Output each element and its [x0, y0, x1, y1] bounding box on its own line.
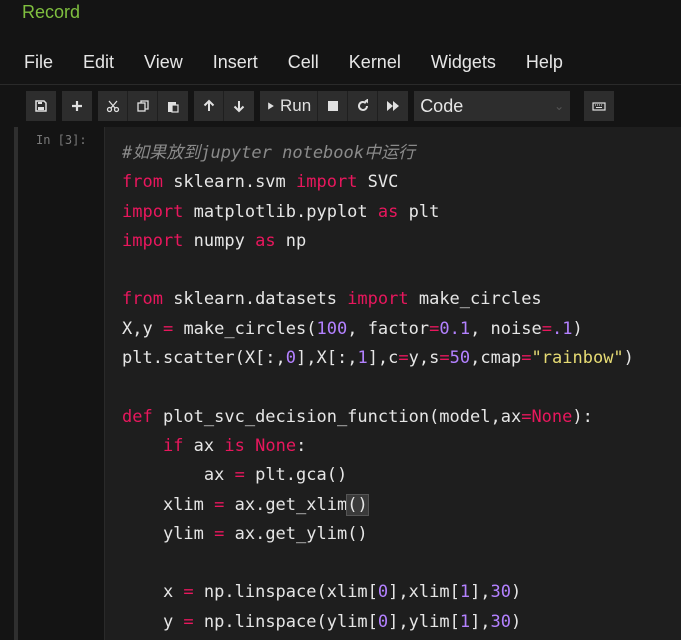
- menu-widgets[interactable]: Widgets: [431, 52, 496, 73]
- interrupt-button[interactable]: [318, 91, 349, 121]
- code-comment: #如果放到jupyter notebook中运行: [122, 143, 415, 163]
- code-line-16: x = np.linspace(xlim[0],xlim[1],30): [122, 578, 634, 607]
- code-line-7: X,y = make_circles(100, factor=0.1, nois…: [122, 315, 634, 344]
- arrow-up-icon: [203, 99, 214, 111]
- insert-group: [62, 91, 92, 121]
- code-text: xlim = ax.get_xlim(): [122, 493, 369, 516]
- input-prompt: In [3]:: [36, 133, 87, 147]
- code-line-10: def plot_svc_decision_function(model,ax=…: [122, 403, 634, 432]
- code-line-13: xlim = ax.get_xlim(): [122, 491, 634, 520]
- move-up-button[interactable]: [194, 91, 224, 121]
- menu-help[interactable]: Help: [526, 52, 563, 73]
- cut-button[interactable]: [98, 91, 128, 121]
- save-button[interactable]: [26, 91, 56, 121]
- menu-view[interactable]: View: [144, 52, 183, 73]
- code-text: if ax is None:: [162, 435, 307, 456]
- cell-type-select[interactable]: Code ⌄: [414, 91, 571, 121]
- fast-forward-icon: [387, 101, 400, 111]
- code-text: from sklearn.svm import SVC: [122, 172, 399, 193]
- code-text: plt.scatter(X[:,0],X[:,1],c=y,s=50,cmap=…: [122, 348, 634, 369]
- menu-edit[interactable]: Edit: [83, 52, 114, 73]
- code-line-3: import matplotlib.pyplot as plt: [122, 198, 634, 227]
- menu-kernel[interactable]: Kernel: [349, 52, 401, 73]
- code-line-4: import numpy as np: [122, 227, 634, 256]
- code-text: ax = plt.gca(): [122, 465, 348, 486]
- copy-button[interactable]: [128, 91, 158, 121]
- paste-icon: [168, 102, 179, 113]
- restart-icon: [357, 99, 368, 111]
- code-text: import numpy as np: [122, 230, 307, 251]
- code-text: X,y = make_circles(100, factor=0.1, nois…: [122, 318, 583, 339]
- run-label: Run: [280, 96, 312, 115]
- code-line-1: #如果放到jupyter notebook中运行: [122, 139, 634, 168]
- notebook-header: Record: [0, 0, 681, 36]
- code-text: import matplotlib.pyplot as plt: [122, 201, 440, 222]
- restart-run-all-button[interactable]: [378, 91, 409, 121]
- code-line-14: ylim = ax.get_ylim(): [122, 520, 634, 549]
- menubar: File Edit View Insert Cell Kernel Widget…: [0, 40, 681, 85]
- menu-cell[interactable]: Cell: [288, 52, 319, 73]
- code-line-2: from sklearn.svm import SVC: [122, 168, 634, 197]
- code-text: ylim = ax.get_ylim(): [122, 523, 368, 544]
- arrow-down-icon: [233, 101, 245, 113]
- code-line-17: y = np.linspace(ylim[0],ylim[1],30): [122, 608, 634, 637]
- play-icon: [268, 102, 274, 110]
- run-group: Run: [260, 91, 409, 121]
- code-text: def plot_svc_decision_function(model,ax=…: [122, 406, 593, 427]
- paste-button[interactable]: [158, 91, 188, 121]
- cell-type-value: Code: [420, 95, 464, 116]
- keyboard-icon: [592, 102, 606, 111]
- code-text: from sklearn.datasets import make_circle…: [122, 289, 542, 310]
- insert-cell-button[interactable]: [62, 91, 92, 121]
- toolbar: Run Code ⌄: [0, 86, 681, 126]
- command-palette-button[interactable]: [584, 91, 615, 121]
- move-down-button[interactable]: [224, 91, 254, 121]
- stop-icon: [327, 101, 338, 111]
- code-block[interactable]: #如果放到jupyter notebook中运行 from sklearn.svm…: [122, 139, 634, 637]
- code-line-6: from sklearn.datasets import make_circle…: [122, 285, 634, 314]
- save-group: [26, 91, 56, 121]
- menu-insert[interactable]: Insert: [213, 52, 258, 73]
- code-text: x = np.linspace(xlim[0],xlim[1],30): [122, 582, 522, 603]
- run-button[interactable]: Run: [260, 91, 319, 121]
- copy-icon: [136, 100, 149, 112]
- menu-file[interactable]: File: [24, 52, 53, 73]
- chevron-down-icon: ⌄: [554, 99, 565, 113]
- plus-icon: [72, 101, 82, 111]
- move-group: [194, 91, 254, 121]
- edit-group: [98, 91, 188, 121]
- code-line-8: plt.scatter(X[:,0],X[:,1],c=y,s=50,cmap=…: [122, 344, 634, 373]
- code-text: y = np.linspace(ylim[0],ylim[1],30): [122, 611, 522, 632]
- save-icon: [35, 100, 47, 112]
- palette-group: [584, 91, 615, 121]
- notebook-name[interactable]: Record: [22, 2, 80, 23]
- restart-button[interactable]: [348, 91, 379, 121]
- scissors-icon: [106, 100, 119, 113]
- code-line-11: if ax is None:: [122, 432, 634, 461]
- code-line-12: ax = plt.gca(): [122, 461, 634, 490]
